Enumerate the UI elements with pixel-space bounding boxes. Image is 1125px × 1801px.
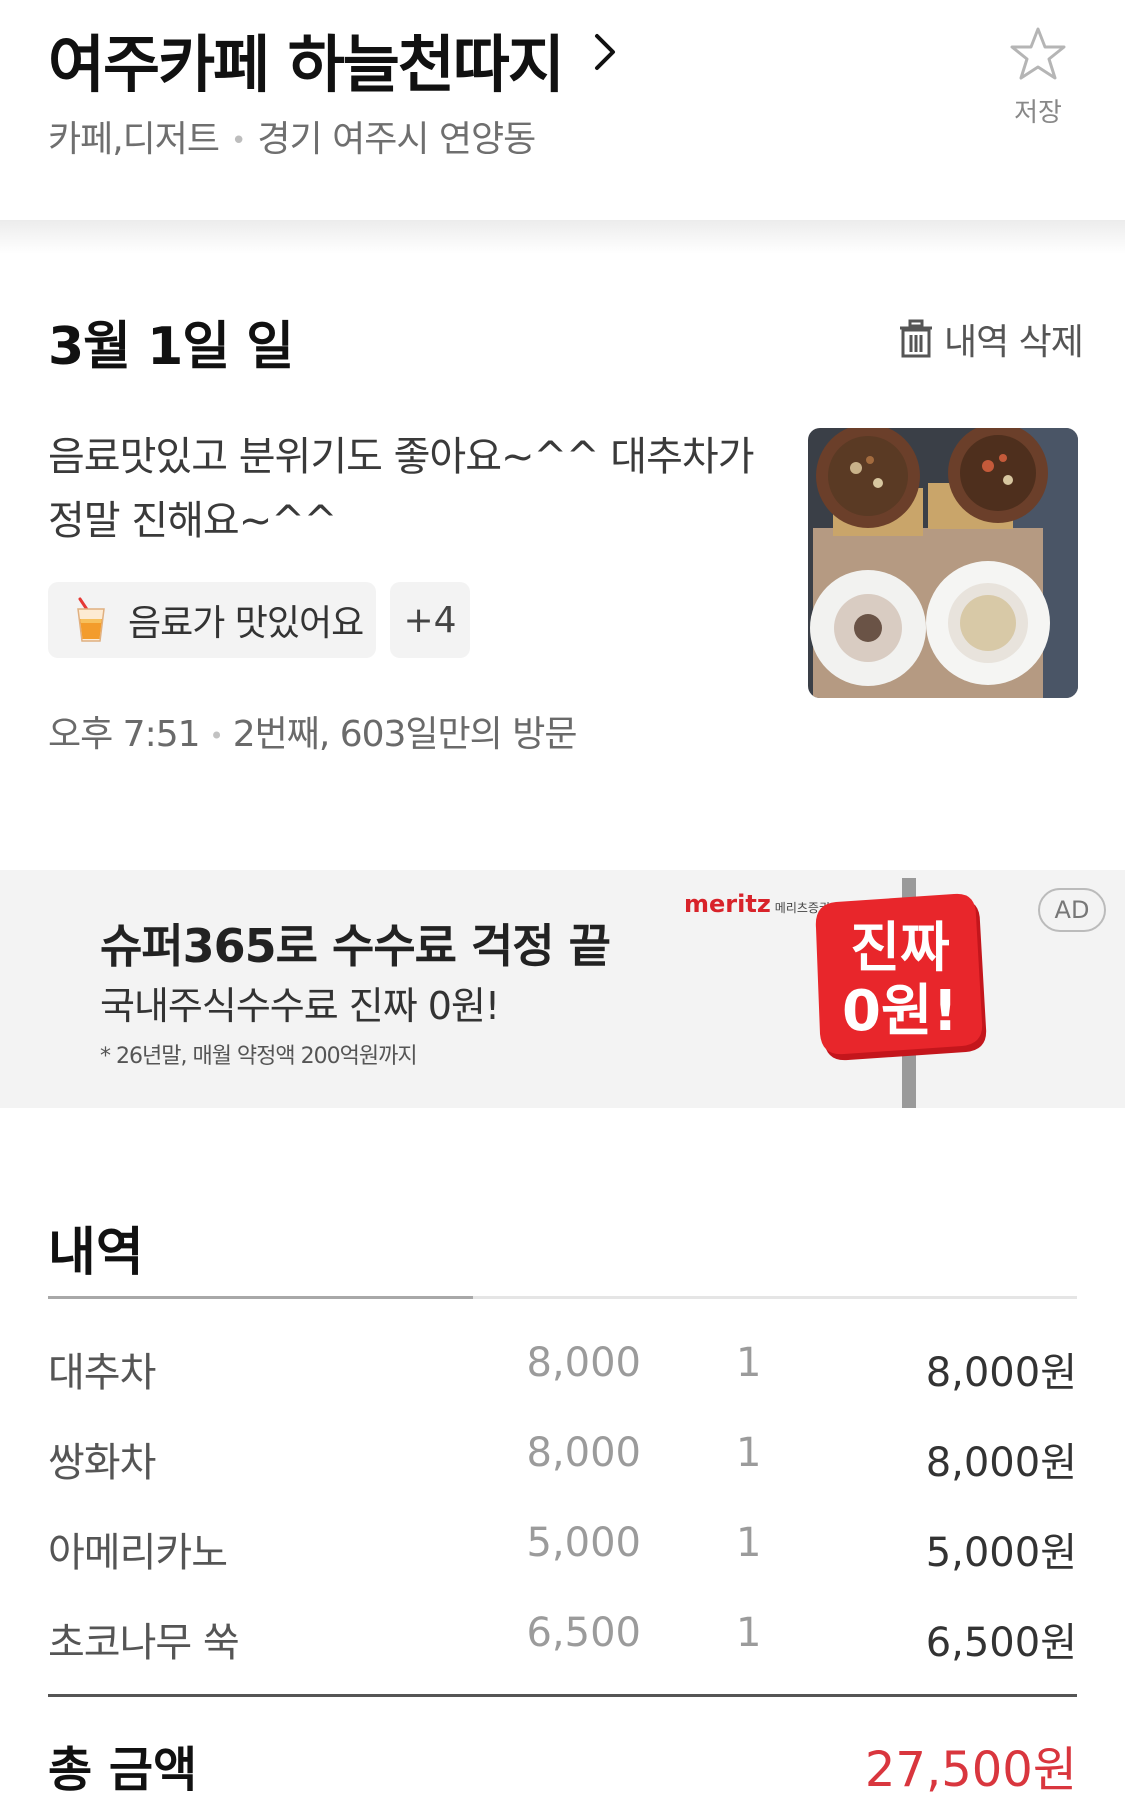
table-row: 초코나무 쑥 6,500 1 6,500원	[48, 1610, 1077, 1690]
save-button[interactable]: 저장	[1000, 22, 1076, 132]
visit-time: 오후 7:51	[48, 714, 201, 755]
separator-dot: •	[231, 126, 246, 156]
delete-history-button[interactable]: 내역 삭제	[898, 314, 1084, 364]
section-divider	[0, 220, 1125, 254]
item-name: 쌍화차	[48, 1440, 156, 1486]
total-label: 총 금액	[48, 1742, 198, 1798]
item-price: 8,000	[526, 1430, 641, 1476]
ad-subtitle: 국내주식수수료 진짜 0원!	[100, 984, 500, 1028]
trash-icon	[900, 319, 932, 358]
place-category: 카페,디저트	[48, 119, 220, 160]
item-total: 6,500원	[925, 1620, 1077, 1666]
details-tab-indicator	[48, 1296, 473, 1299]
star-icon	[1010, 27, 1066, 80]
item-qty: 1	[736, 1430, 762, 1476]
ad-sign-graphic: 진짜 0원!	[815, 878, 987, 1108]
table-row: 아메리카노 5,000 1 5,000원	[48, 1520, 1077, 1600]
item-total: 5,000원	[925, 1530, 1077, 1576]
ad-banner[interactable]: 슈퍼365로 수수료 걱정 끝 국내주식수수료 진짜 0원! * 26년말, 매…	[0, 870, 1125, 1108]
review-tag-more-chip[interactable]: +4	[390, 582, 470, 658]
separator-dot: •	[209, 722, 224, 750]
item-qty: 1	[736, 1520, 762, 1566]
item-name: 아메리카노	[48, 1530, 228, 1576]
item-qty: 1	[736, 1610, 762, 1656]
visit-date: 3월 1일 일	[48, 317, 294, 377]
item-qty: 1	[736, 1340, 762, 1386]
review-tag-label: 음료가 맛있어요	[128, 603, 364, 644]
item-name: 대추차	[48, 1350, 156, 1396]
visit-count: 2번째, 603일만의 방문	[232, 714, 578, 755]
item-price: 8,000	[526, 1340, 641, 1386]
details-heading: 내역	[48, 1223, 144, 1283]
review-tag-chip[interactable]: 음료가 맛있어요	[48, 582, 376, 658]
table-row: 쌍화차 8,000 1 8,000원	[48, 1430, 1077, 1510]
item-total: 8,000원	[925, 1440, 1077, 1486]
ad-headline: 슈퍼365로 수수료 걱정 끝	[100, 919, 611, 973]
ad-brand-name: meritz	[684, 890, 771, 918]
chevron-right-icon[interactable]	[583, 22, 627, 82]
place-title[interactable]: 여주카페 하늘천따지	[48, 14, 565, 104]
item-price: 6,500	[526, 1610, 641, 1656]
total-rule	[48, 1694, 1077, 1697]
place-location: 경기 여주시 연양동	[257, 119, 536, 160]
drink-icon	[77, 597, 105, 642]
delete-history-label: 내역 삭제	[944, 322, 1084, 363]
ad-sign-line1: 진짜	[850, 916, 949, 979]
save-label: 저장	[1014, 98, 1062, 128]
table-row: 대추차 8,000 1 8,000원	[48, 1340, 1077, 1420]
ad-footnote: * 26년말, 매월 약정액 200억원까지	[100, 1044, 418, 1069]
visit-meta: 오후 7:51 • 2번째, 603일만의 방문	[48, 705, 578, 757]
item-name: 초코나무 쑥	[48, 1620, 240, 1666]
item-price: 5,000	[526, 1520, 641, 1566]
place-meta: 카페,디저트 • 경기 여주시 연양동	[48, 110, 536, 162]
item-total: 8,000원	[925, 1350, 1077, 1396]
ad-badge: AD	[1038, 888, 1106, 932]
total-value: 27,500원	[864, 1742, 1077, 1798]
review-text: 음료맛있고 분위기도 좋아요~^^ 대추차가정말 진해요~^^	[48, 434, 755, 544]
ad-sign-line2: 0원!	[842, 979, 958, 1044]
review-photo[interactable]	[808, 428, 1078, 698]
